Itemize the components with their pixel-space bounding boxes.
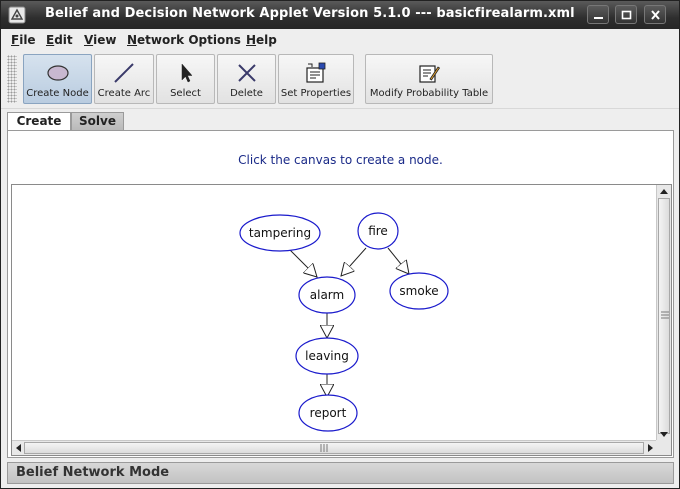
- menu-help[interactable]: Help: [246, 33, 277, 47]
- node-label-alarm: alarm: [310, 288, 344, 302]
- vertical-scroll-thumb[interactable]: [658, 198, 670, 434]
- scroll-down-arrow-icon[interactable]: [657, 427, 671, 441]
- scrollbar-corner: [656, 440, 671, 455]
- thumb-grip-icon: [320, 444, 328, 452]
- modify-probability-table-button[interactable]: Modify Probability Table: [365, 54, 493, 104]
- node-leaving[interactable]: leaving: [295, 337, 359, 375]
- horizontal-scrollbar[interactable]: [12, 440, 657, 455]
- modify-probability-table-label: Modify Probability Table: [369, 88, 489, 99]
- select-label: Select: [170, 88, 201, 99]
- delete-label: Delete: [230, 88, 263, 99]
- create-panel: Click the canvas to create a node. tampe…: [7, 130, 674, 458]
- arc-fire-alarm[interactable]: [341, 247, 367, 276]
- scroll-up-arrow-icon[interactable]: [657, 185, 671, 199]
- network-canvas[interactable]: tampering fire alarm smoke leaving repor…: [12, 185, 657, 441]
- toolbar-grip-handle[interactable]: [7, 55, 17, 103]
- close-button[interactable]: [644, 5, 666, 24]
- menu-bar: File Edit View Network Options Help: [1, 30, 679, 51]
- set-properties-button[interactable]: Set Properties: [278, 54, 354, 104]
- maximize-icon: [621, 10, 632, 20]
- tab-solve[interactable]: Solve: [71, 112, 124, 131]
- menu-edit[interactable]: Edit: [46, 33, 73, 47]
- node-fire[interactable]: fire: [357, 212, 399, 250]
- status-bar: Belief Network Mode: [7, 462, 674, 484]
- node-alarm[interactable]: alarm: [298, 276, 356, 314]
- arc-fire-smoke[interactable]: [387, 247, 409, 274]
- java-app-icon: [8, 6, 26, 24]
- create-arc-label: Create Arc: [97, 88, 151, 99]
- minimize-button[interactable]: [587, 5, 609, 24]
- node-label-fire: fire: [368, 224, 388, 238]
- node-smoke[interactable]: smoke: [389, 272, 449, 310]
- arc-tampering-alarm[interactable]: [288, 248, 317, 277]
- set-properties-label: Set Properties: [280, 88, 352, 99]
- tab-create[interactable]: Create: [7, 112, 71, 132]
- x-delete-icon: [237, 64, 256, 82]
- create-arc-button[interactable]: Create Arc: [94, 54, 154, 104]
- network-canvas-scrollpane: tampering fire alarm smoke leaving repor…: [11, 184, 672, 456]
- ellipse-node-icon: [46, 65, 69, 81]
- create-node-label: Create Node: [26, 88, 89, 99]
- node-label-report: report: [310, 406, 347, 420]
- probability-table-icon: [419, 65, 441, 83]
- window-title: Belief and Decision Network Applet Versi…: [45, 6, 575, 21]
- applet-window: Belief and Decision Network Applet Versi…: [0, 0, 680, 489]
- title-bar[interactable]: Belief and Decision Network Applet Versi…: [1, 1, 679, 29]
- scroll-right-arrow-icon[interactable]: [643, 441, 657, 455]
- close-icon: [651, 10, 660, 20]
- node-label-tampering: tampering: [249, 226, 311, 240]
- mode-status-text: Belief Network Mode: [16, 465, 170, 480]
- delete-button[interactable]: Delete: [217, 54, 276, 104]
- line-arc-icon: [114, 63, 134, 83]
- properties-icon: [306, 62, 326, 83]
- horizontal-scroll-thumb[interactable]: [24, 442, 644, 454]
- menu-view[interactable]: View: [84, 33, 116, 47]
- create-node-button[interactable]: Create Node: [23, 54, 92, 104]
- select-button[interactable]: Select: [156, 54, 215, 104]
- menu-file[interactable]: File: [11, 33, 36, 47]
- minimize-icon: [594, 17, 603, 19]
- node-label-leaving: leaving: [305, 349, 349, 363]
- vertical-scrollbar[interactable]: [656, 185, 671, 441]
- node-label-smoke: smoke: [399, 284, 438, 298]
- maximize-button[interactable]: [615, 5, 637, 24]
- thumb-grip-icon: [661, 311, 669, 319]
- node-report[interactable]: report: [298, 394, 358, 432]
- toolbar: Create Node Create Arc Select Delete Set…: [1, 51, 679, 109]
- node-tampering[interactable]: tampering: [239, 214, 321, 252]
- menu-network-options[interactable]: Network Options: [127, 33, 241, 47]
- pointer-arrow-icon: [181, 63, 193, 83]
- instruction-message: Click the canvas to create a node.: [238, 153, 443, 167]
